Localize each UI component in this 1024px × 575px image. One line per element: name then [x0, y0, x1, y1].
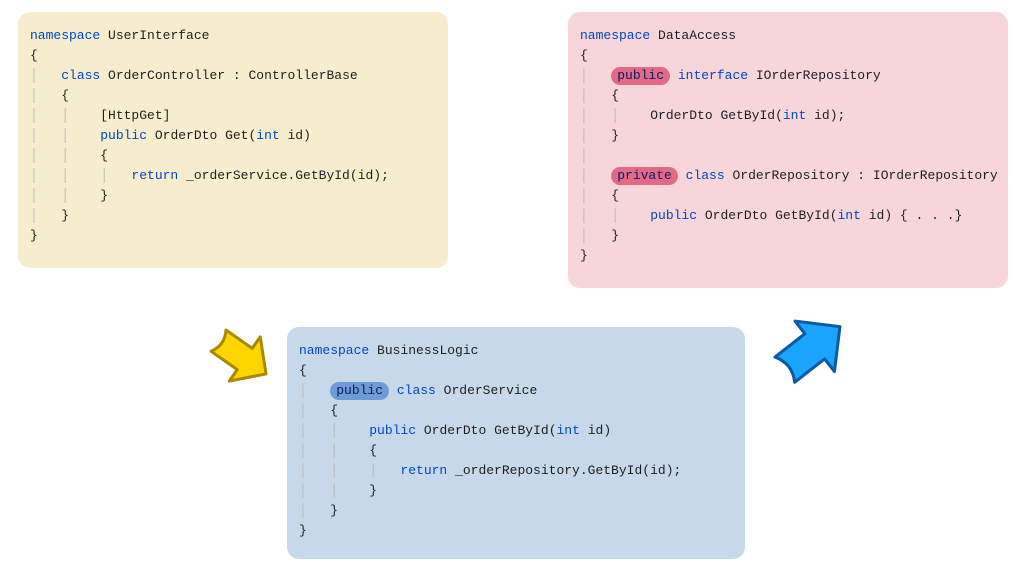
kw-interface: interface: [678, 68, 748, 83]
iface-name: IOrderRepository: [756, 68, 881, 83]
base-name: ControllerBase: [248, 68, 357, 83]
meth-name: GetById: [775, 208, 830, 223]
iface-meth-name: GetById: [720, 108, 775, 123]
kw-public: public: [369, 423, 416, 438]
ret-expr-pre: _orderService.GetById(: [178, 168, 357, 183]
attr-close: ]: [163, 108, 171, 123]
kw-namespace: namespace: [30, 28, 100, 43]
class-name: OrderRepository: [732, 168, 849, 183]
kw-public: public: [100, 128, 147, 143]
ret-arg: id: [358, 168, 374, 183]
param-name: id: [580, 423, 603, 438]
param-name: id: [806, 108, 829, 123]
base-sep: :: [225, 68, 248, 83]
iface-ret-type: OrderDto: [650, 108, 712, 123]
base-sep: :: [850, 168, 873, 183]
sig-open: (: [830, 208, 838, 223]
meth-name: GetById: [494, 423, 549, 438]
param-name: id: [280, 128, 303, 143]
meth-name: Get: [225, 128, 248, 143]
sig-close: );: [830, 108, 846, 123]
class-name: OrderService: [444, 383, 538, 398]
param-type: int: [557, 423, 580, 438]
code-block-userinterface: namespace UserInterface { │ class OrderC…: [30, 26, 436, 246]
param-type: int: [256, 128, 279, 143]
ret-type: OrderDto: [705, 208, 767, 223]
code-block-dataaccess: namespace DataAccess { │ public interfac…: [580, 26, 996, 266]
kw-public: public: [650, 208, 697, 223]
attr-name: HttpGet: [108, 108, 163, 123]
ret-expr-post: );: [373, 168, 389, 183]
kw-namespace: namespace: [299, 343, 369, 358]
kw-namespace: namespace: [580, 28, 650, 43]
ret-type: OrderDto: [424, 423, 486, 438]
kw-class: class: [686, 168, 725, 183]
arrow-yellow-icon: [194, 310, 284, 400]
ret-expr-post: );: [666, 463, 682, 478]
ns-name: DataAccess: [658, 28, 736, 43]
base-name: IOrderRepository: [873, 168, 998, 183]
highlight-public: public: [330, 382, 389, 400]
code-panel-userinterface: namespace UserInterface { │ class OrderC…: [18, 12, 448, 268]
code-block-businesslogic: namespace BusinessLogic { │ public class…: [299, 341, 733, 541]
meth-body: { . . .}: [892, 208, 962, 223]
param-type: int: [838, 208, 861, 223]
kw-class: class: [61, 68, 100, 83]
ret-type: OrderDto: [155, 128, 217, 143]
highlight-public: public: [611, 67, 670, 85]
ret-expr-pre: _orderRepository.GetById(: [447, 463, 650, 478]
code-panel-businesslogic: namespace BusinessLogic { │ public class…: [287, 327, 745, 559]
ret-arg: id: [650, 463, 666, 478]
class-name: OrderController: [108, 68, 225, 83]
ns-name: UserInterface: [108, 28, 209, 43]
sig-close: ): [884, 208, 892, 223]
highlight-private: private: [611, 167, 678, 185]
kw-return: return: [131, 168, 178, 183]
param-type: int: [783, 108, 806, 123]
attr-open: [: [100, 108, 108, 123]
sig-close: ): [303, 128, 311, 143]
ns-name: BusinessLogic: [377, 343, 478, 358]
kw-return: return: [400, 463, 447, 478]
arrow-blue-icon: [760, 300, 860, 400]
param-name: id: [861, 208, 884, 223]
sig-open: (: [549, 423, 557, 438]
kw-class: class: [397, 383, 436, 398]
sig-close: ): [603, 423, 611, 438]
sig-open: (: [775, 108, 783, 123]
code-panel-dataaccess: namespace DataAccess { │ public interfac…: [568, 12, 1008, 288]
